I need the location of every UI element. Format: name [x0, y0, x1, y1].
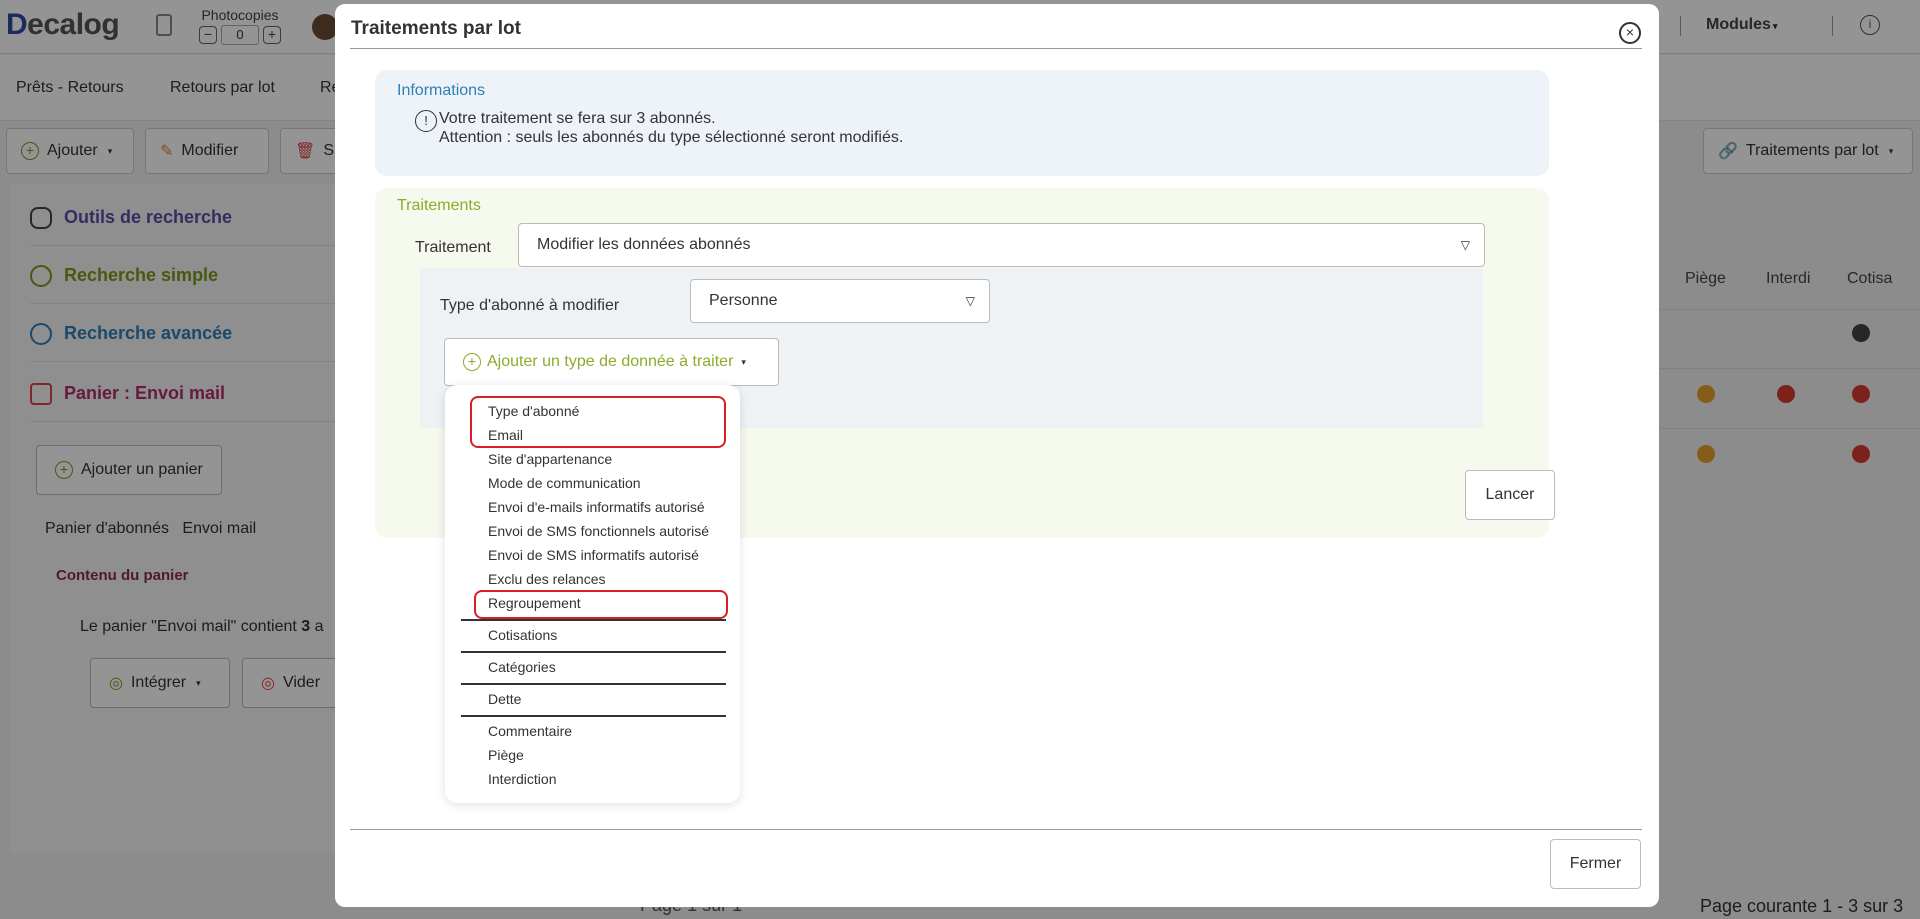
subscriber-type-label: Type d'abonné à modifier — [440, 297, 620, 314]
processing-title: Traitements — [397, 197, 481, 214]
information-line-1: Votre traitement se fera sur 3 abonnés. — [439, 110, 716, 127]
launch-button[interactable]: Lancer — [1465, 470, 1555, 520]
plus-icon: + — [463, 353, 481, 371]
menu-item-trap[interactable]: Piège — [488, 747, 524, 763]
highlight-box — [474, 590, 728, 619]
add-data-type-label: Ajouter un type de donnée à traiter — [487, 353, 734, 370]
menu-item-comment[interactable]: Commentaire — [488, 723, 572, 739]
processing-label: Traitement — [415, 239, 491, 256]
divider — [350, 48, 1642, 49]
menu-item-communication-mode[interactable]: Mode de communication — [488, 475, 641, 491]
add-data-type-button[interactable]: + Ajouter un type de donnée à traiter ▾ — [444, 338, 779, 386]
close-icon[interactable]: × — [1619, 22, 1641, 44]
divider — [350, 829, 1642, 830]
chevron-down-icon: ▽ — [1460, 238, 1470, 252]
menu-item-debt[interactable]: Dette — [488, 691, 521, 707]
menu-item-info-sms[interactable]: Envoi de SMS informatifs autorisé — [488, 547, 699, 563]
menu-item-categories[interactable]: Catégories — [488, 659, 556, 675]
information-section: Informations ! Votre traitement se fera … — [375, 70, 1549, 176]
menu-item-excluded-reminders[interactable]: Exclu des relances — [488, 571, 606, 587]
menu-item-functional-sms[interactable]: Envoi de SMS fonctionnels autorisé — [488, 523, 709, 539]
processing-select-value: Modifier les données abonnés — [537, 236, 751, 253]
highlight-box — [470, 396, 726, 448]
subscriber-type-value: Personne — [709, 292, 778, 309]
menu-item-ban[interactable]: Interdiction — [488, 771, 556, 787]
menu-separator — [461, 715, 726, 717]
menu-item-fees[interactable]: Cotisations — [488, 627, 557, 643]
chevron-down-icon: ▽ — [965, 294, 975, 308]
info-icon: ! — [415, 110, 437, 132]
menu-item-info-emails[interactable]: Envoi d'e-mails informatifs autorisé — [488, 499, 705, 515]
menu-separator — [461, 651, 726, 653]
menu-separator — [461, 619, 726, 621]
data-type-dropdown-menu: Type d'abonné Email Site d'appartenance … — [445, 385, 740, 803]
processing-select[interactable]: Modifier les données abonnés ▽ — [518, 223, 1485, 267]
subscriber-type-select[interactable]: Personne ▽ — [690, 279, 990, 323]
information-line-2: Attention : seuls les abonnés du type sé… — [439, 129, 904, 146]
information-title: Informations — [397, 82, 486, 99]
close-button[interactable]: Fermer — [1550, 839, 1641, 889]
menu-item-site[interactable]: Site d'appartenance — [488, 451, 612, 467]
menu-separator — [461, 683, 726, 685]
modal-title: Traitements par lot — [351, 18, 521, 39]
